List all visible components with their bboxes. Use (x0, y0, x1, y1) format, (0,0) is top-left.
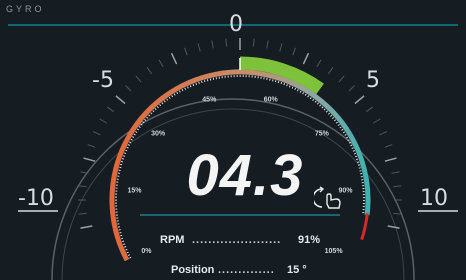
gyro-value-readout: 04.3 (186, 143, 304, 208)
scale-tick (354, 95, 365, 105)
rpm-value: 91% (298, 234, 321, 246)
percent-label: 0% (141, 248, 152, 255)
scale-tick (92, 131, 101, 136)
percent-label: 45% (202, 97, 217, 104)
scale-tick (158, 59, 164, 67)
scale-tick (279, 43, 283, 52)
scale-tick (115, 95, 126, 105)
scale-label-minus10: -10 (18, 186, 54, 211)
scale-label-plus10: 10 (420, 186, 448, 211)
position-label: Position (171, 264, 215, 276)
rpm-label: RPM (160, 234, 185, 246)
scale-tick (211, 40, 214, 49)
scale-label-plus5: 5 (366, 68, 380, 93)
info-divider (140, 214, 340, 216)
scale-tick (80, 225, 93, 229)
scale-tick (252, 38, 255, 47)
percent-label: 60% (264, 97, 279, 104)
scale-tick (99, 118, 107, 124)
scale-tick (393, 185, 402, 188)
scale-tick (107, 106, 115, 113)
scale-label-minus5: -5 (92, 68, 114, 93)
scale-tick (316, 59, 322, 67)
scale-tick (225, 38, 228, 47)
scale-tick (135, 75, 142, 83)
scale-tick (384, 157, 397, 162)
scale-tick (391, 171, 400, 174)
scale-tick (170, 52, 178, 65)
scale-tick (184, 47, 188, 56)
position-red-segment (360, 213, 369, 241)
scale-tick (302, 52, 310, 65)
percent-label: 75% (315, 131, 330, 138)
scale-tick (146, 67, 153, 75)
scale-tick (373, 118, 381, 124)
percent-label: 105% (325, 248, 344, 255)
scale-tick (327, 67, 334, 75)
scale-tick (384, 144, 393, 148)
position-value: 15 ° (287, 264, 307, 276)
scale-tick (197, 43, 201, 52)
scale-tick (125, 85, 132, 92)
scale-label-0: 0 (229, 12, 243, 37)
scale-tick (365, 106, 373, 113)
scale-tick (387, 225, 400, 229)
scale-tick (266, 40, 269, 49)
scale-tick (338, 75, 345, 83)
gyro-control-icon[interactable] (314, 186, 346, 212)
brand-label: GYRO (6, 4, 45, 14)
scale-tick (78, 212, 87, 215)
scale-tick (379, 131, 388, 136)
percent-label: 30% (151, 131, 166, 138)
scale-tick (292, 47, 296, 56)
scale-tick (393, 212, 402, 215)
scale-tick (83, 157, 96, 162)
percent-label: 15% (127, 187, 142, 194)
scale-tick (87, 144, 96, 148)
scale-tick (78, 185, 87, 188)
gyro-screen: 0% 15% 30% 45% 60% 75% 90% 105% GYRO 0 -5 5 -10… (0, 0, 466, 280)
position-leader-dots: .............. (218, 264, 275, 276)
rpm-leader-dots: ...................... (192, 234, 282, 246)
scale-tick (348, 85, 355, 92)
